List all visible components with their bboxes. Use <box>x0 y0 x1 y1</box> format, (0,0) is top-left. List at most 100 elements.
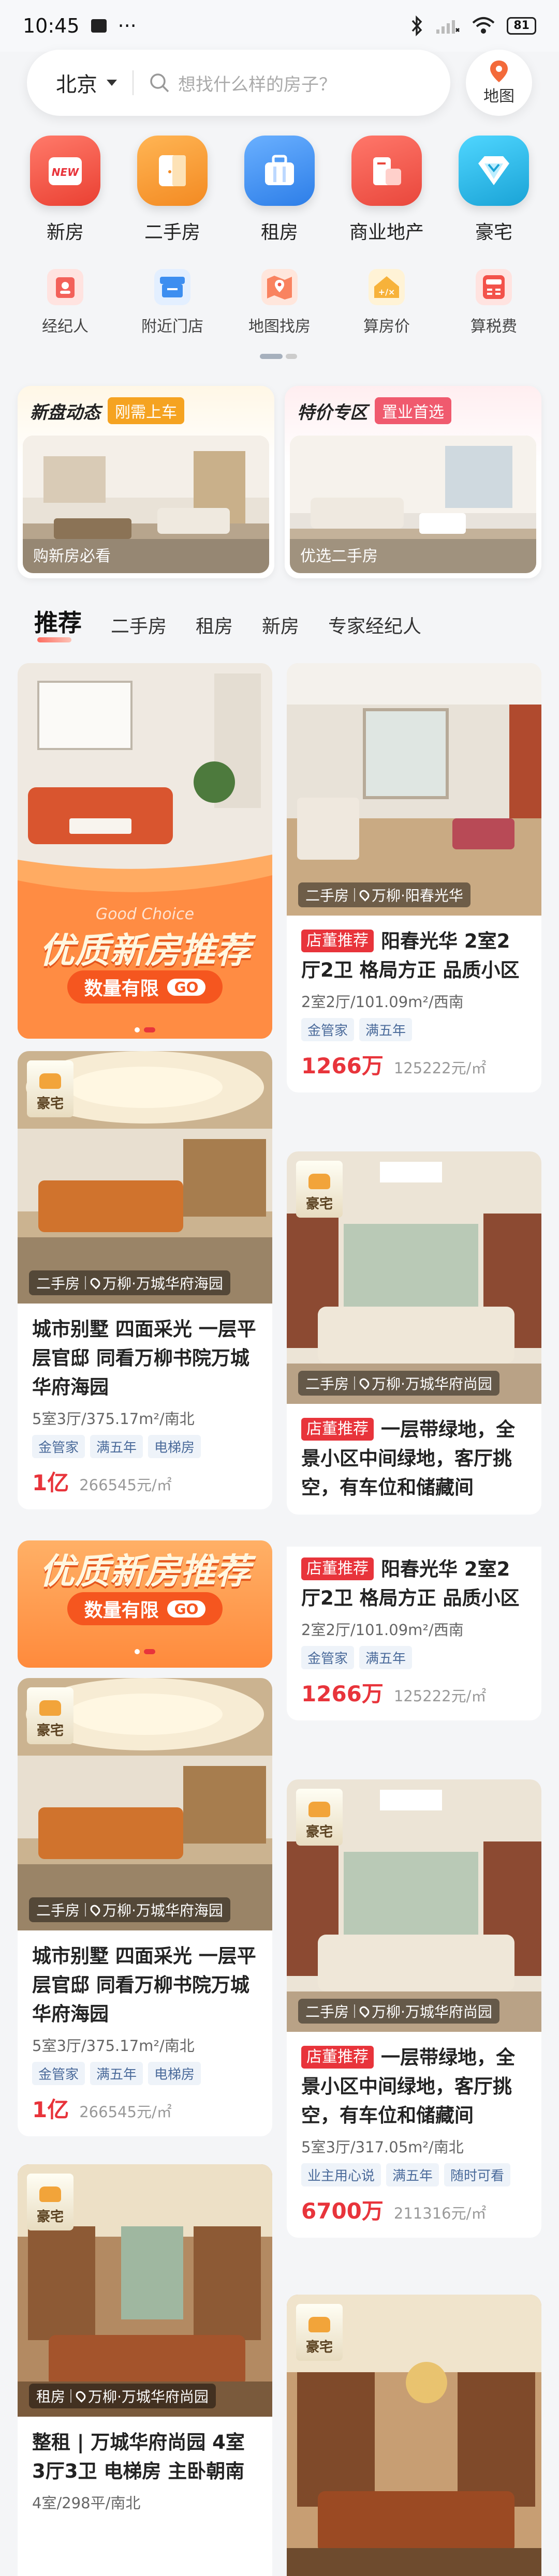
signal-icon <box>436 20 460 34</box>
listing-tag: 电梯房 <box>148 1435 201 1458</box>
listing-photo: 豪宅 二手房 万柳·万城华府海园 <box>18 1678 272 1930</box>
recommend-badge: 店董推荐 <box>301 2046 374 2069</box>
listing-card[interactable]: 二手房 万柳·阳春光华 店董推荐 阳春光华 2室2厅2卫 格局方正 品质小区 2室… <box>287 663 541 1092</box>
new-house-banner-2[interactable]: 优质新房推荐 数量有限 GO <box>18 1540 272 1668</box>
city-selector[interactable]: 北京 <box>56 68 117 98</box>
luxury-badge: 豪宅 <box>27 1687 73 1744</box>
crown-icon <box>39 2186 61 2202</box>
listing-location: 万柳·万城华府尚园 <box>372 2003 492 2020</box>
new-house-banner[interactable]: Good Choice 优质新房推荐 数量有限 GO <box>18 663 272 1039</box>
crown-icon <box>308 1802 330 1817</box>
nav-nearby-store[interactable]: 附近门店 <box>126 269 219 336</box>
nav-rent[interactable]: 租房 <box>233 136 326 244</box>
message-icon <box>91 19 107 33</box>
listing-title: 整租 | 万城华府尚园 4室3厅3卫 电梯房 主卧朝南 <box>32 2431 245 2482</box>
map-label: 地图 <box>483 87 514 106</box>
listing-tag: 随时可看 <box>444 2163 511 2186</box>
listing-total-price: 1亿 <box>32 1470 69 1495</box>
listing-photo: 豪宅 二手房 万柳·万城华府尚园 <box>287 1779 541 2032</box>
nav-price-calc[interactable]: +/× 算房价 <box>340 269 433 336</box>
nav-second-hand-label: 二手房 <box>144 222 200 243</box>
nav-new-house[interactable]: NEW 新房 <box>19 136 112 244</box>
listing-type: 二手房 <box>36 1902 80 1919</box>
nav-luxury-label: 豪宅 <box>475 222 512 243</box>
status-time: 10:45 <box>23 14 80 37</box>
banner-2-cta[interactable]: 数量有限 GO <box>67 1592 223 1625</box>
tab-rent[interactable]: 租房 <box>196 611 233 638</box>
nav-agent[interactable]: 经纪人 <box>19 269 112 336</box>
listing-card[interactable]: 豪宅 二手房 万柳·万城华府海园 城市别墅 四面采光 一层平层官邸 同看万柳书院… <box>18 1051 272 1509</box>
listing-tag: 满五年 <box>386 2163 439 2186</box>
listing-meta: 4室/298平/南北 <box>32 2494 141 2512</box>
tax-calc-icon <box>476 269 512 305</box>
listing-price: 1亿 266545元/㎡ <box>32 2092 258 2124</box>
listing-title: 城市别墅 四面采光 一层平层官邸 同看万柳书院万城华府海园 <box>32 1945 256 2025</box>
listing-tags: 金管家 满五年 电梯房 <box>32 2062 258 2085</box>
nav-luxury[interactable]: 豪宅 <box>447 136 540 244</box>
nav-tax-calc[interactable]: 算税费 <box>447 269 540 336</box>
listing-price: 1266万 125222元/㎡ <box>301 1676 527 1708</box>
promo-new-house[interactable]: 新盘动态 刚需上车 购新房必看 <box>18 386 274 578</box>
banner-2-indicator <box>135 1649 155 1654</box>
feed-tabs: 推荐 二手房 租房 新房 专家经纪人 <box>34 604 421 642</box>
listing-photo: 豪宅 租房 万柳·万城华府尚园 <box>18 2164 272 2417</box>
luxury-badge: 豪宅 <box>296 2304 343 2361</box>
location-pin-icon <box>89 1903 102 1916</box>
promo-special-price[interactable]: 特价专区 置业首选 优选二手房 <box>285 386 541 578</box>
listing-location: 万柳·万城华府尚园 <box>88 2388 209 2405</box>
tab-second-hand[interactable]: 二手房 <box>111 611 167 638</box>
promo-special-price-caption: 优选二手房 <box>300 547 378 565</box>
listing-price: 1266万 125222元/㎡ <box>301 1049 527 1080</box>
map-button[interactable]: 地图 <box>466 50 532 116</box>
crown-icon <box>39 1073 61 1089</box>
listing-card[interactable]: 豪宅 租房 万柳·万城华府尚园 整租 | 万城华府尚园 4室3厅3卫 电梯房 主… <box>18 2164 272 2576</box>
listing-photo: 豪宅 二手房 万柳·万城华府尚园 <box>287 1151 541 1404</box>
banner-cta[interactable]: 数量有限 GO <box>67 970 223 1004</box>
listing-card[interactable]: 豪宅 二手房 万柳·万城华府海园 城市别墅 四面采光 一层平层官邸 同看万柳书院… <box>18 1678 272 2136</box>
tab-recommend[interactable]: 推荐 <box>34 604 82 642</box>
listing-meta: 5室3厅/317.05m²/南北 <box>301 2138 464 2156</box>
tab-new-house[interactable]: 新房 <box>262 611 299 638</box>
listing-meta: 2室2厅/101.09m²/西南 <box>301 993 464 1011</box>
nav-agent-label: 经纪人 <box>42 318 89 336</box>
listing-card[interactable]: 豪宅 <box>287 2295 541 2576</box>
listing-chip: 租房 万柳·万城华府尚园 <box>29 2384 216 2408</box>
rent-icon <box>244 136 315 206</box>
luxury-diamond-icon <box>459 136 529 206</box>
listing-title: 店董推荐 阳春光华 2室2厅2卫 格局方正 品质小区 <box>301 1557 520 1609</box>
city-label: 北京 <box>56 73 97 97</box>
nav-map-search[interactable]: 地图找房 <box>233 269 326 336</box>
listing-type: 二手房 <box>36 1275 80 1292</box>
listing-tag: 满五年 <box>359 1646 413 1669</box>
new-house-icon: NEW <box>30 136 100 206</box>
listing-tag: 满五年 <box>90 1435 143 1458</box>
listing-location: 万柳·万城华府尚园 <box>372 1375 492 1392</box>
nav-page-indicator <box>260 354 299 359</box>
tab-expert-agent[interactable]: 专家经纪人 <box>328 611 421 638</box>
listing-chip: 二手房 万柳·万城华府尚园 <box>298 1371 499 1396</box>
listing-total-price: 1266万 <box>301 1681 384 1706</box>
search-input[interactable]: 想找什么样的房子？ <box>178 70 336 96</box>
listing-card[interactable]: 豪宅 二手房 万柳·万城华府尚园 店董推荐 一层带绿地，全景小区中间绿地，客厅挑空… <box>287 1779 541 2238</box>
listing-title: 店董推荐 阳春光华 2室2厅2卫 格局方正 品质小区 <box>301 930 520 981</box>
search-box[interactable]: 北京 想找什么样的房子？ <box>27 50 450 116</box>
crown-icon <box>308 1174 330 1189</box>
nav-commercial-label: 商业地产 <box>349 222 424 243</box>
status-bar: 10:45 ··· 81 <box>0 0 559 52</box>
wifi-icon <box>473 17 495 34</box>
bluetooth-icon <box>412 16 422 36</box>
main-nav: NEW 新房 二手房 租房 商业地产 豪宅 <box>19 136 540 244</box>
listing-location: 万柳·万城华府海园 <box>102 1275 223 1292</box>
promo-new-house-caption: 购新房必看 <box>33 547 111 565</box>
svg-text:NEW: NEW <box>52 166 79 178</box>
sub-nav: 经纪人 附近门店 地图找房 +/× 算房价 算税费 <box>19 269 540 336</box>
listing-card[interactable]: 店董推荐 阳春光华 2室2厅2卫 格局方正 品质小区 2室2厅/101.09m²/… <box>287 1547 541 1720</box>
nav-second-hand[interactable]: 二手房 <box>126 136 219 244</box>
luxury-badge: 豪宅 <box>27 2174 73 2230</box>
nav-commercial[interactable]: 商业地产 <box>340 136 433 244</box>
nav-rent-label: 租房 <box>260 222 298 243</box>
store-icon <box>154 269 190 305</box>
crown-icon <box>39 1700 61 1716</box>
listing-card[interactable]: 豪宅 二手房 万柳·万城华府尚园 店董推荐 一层带绿地，全景小区中间绿地，客厅挑空… <box>287 1151 541 1515</box>
listing-title: 店董推荐 一层带绿地，全景小区中间绿地，客厅挑空，有车位和储藏间 <box>301 1418 515 1499</box>
